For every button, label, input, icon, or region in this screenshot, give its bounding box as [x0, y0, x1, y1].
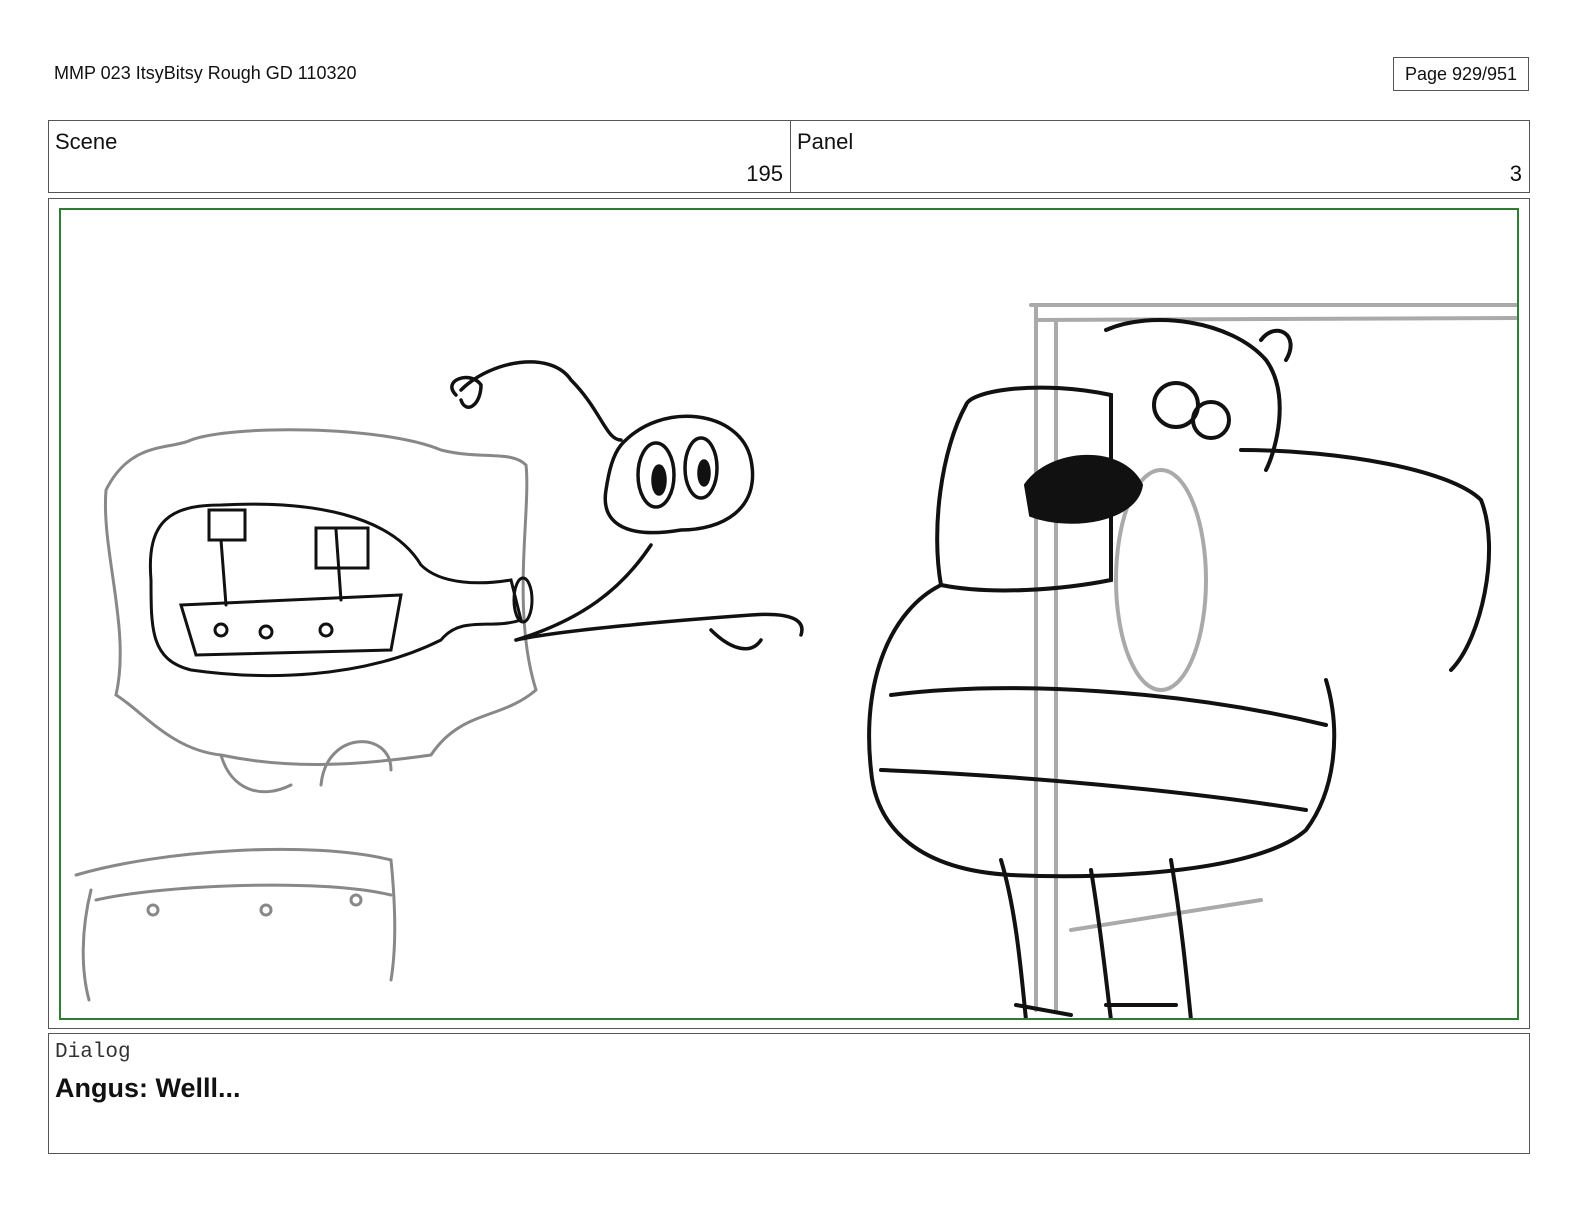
- dialog-box: Dialog Angus: Welll...: [48, 1033, 1530, 1154]
- scene-number: 195: [746, 161, 783, 186]
- scene-cell: Scene 195: [49, 121, 791, 192]
- door-frame-sketch: [1029, 303, 1517, 1012]
- wall-plaque-sketch: [103, 428, 538, 794]
- angler-creature-sketch: [450, 360, 804, 651]
- storyboard-sketch: [74, 303, 1517, 1018]
- storyboard-panel-image: [59, 208, 1519, 1020]
- storyboard-frame: [48, 198, 1530, 1029]
- angus-character-sketch: [867, 318, 1492, 1018]
- panel-cell: Panel 3: [791, 121, 1529, 192]
- panel-label: Panel: [797, 129, 854, 154]
- ship-in-bottle-sketch: [148, 502, 534, 678]
- scene-label: Scene: [55, 129, 118, 154]
- page-indicator: Page 929/951: [1393, 57, 1529, 91]
- panel-number: 3: [1509, 161, 1522, 186]
- document-title: MMP 023 ItsyBitsy Rough GD 110320: [54, 63, 357, 83]
- barrel-sketch: [74, 847, 397, 1002]
- dialog-text: Angus: Welll...: [55, 1073, 241, 1103]
- scene-panel-row: Scene 195 Panel 3: [48, 120, 1530, 193]
- dialog-label: Dialog: [55, 1041, 131, 1064]
- page-indicator-text: Page 929/951: [1404, 63, 1518, 84]
